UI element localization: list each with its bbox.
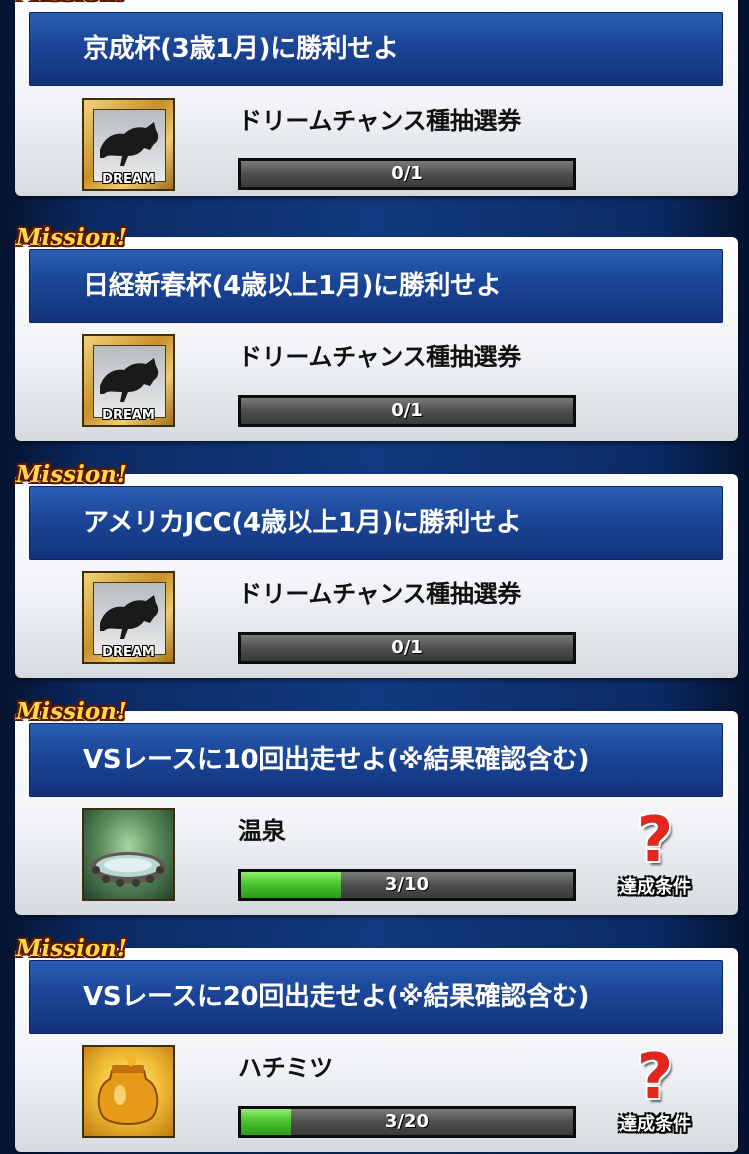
reward-name: ドリームチャンス種抽選券: [238, 107, 521, 135]
dream-ticket-icon: DREAM: [82, 571, 175, 664]
progress-text: 3/10: [384, 874, 430, 895]
honey-jar-icon: [82, 1045, 175, 1138]
mission-banner: アメリカJCC(4歳以上1月)に勝利せよ: [29, 486, 723, 560]
progress-bar: 3/10: [238, 869, 576, 901]
progress-text: 0/1: [391, 163, 423, 184]
mission-tag: Mission!: [16, 698, 127, 725]
progress-text: 3/20: [384, 1111, 430, 1132]
mission-tag: Mission!: [16, 935, 127, 962]
reward-name: 温泉: [238, 817, 286, 845]
mission-card: Mission! アメリカJCC(4歳以上1月)に勝利せよ DREAM ドリーム…: [15, 461, 738, 678]
progress-bar: 0/1: [238, 632, 576, 664]
condition-button-label: 達成条件: [619, 1114, 691, 1135]
progress-text: 0/1: [391, 400, 423, 421]
progress-track: 3/20: [241, 1109, 573, 1135]
mission-title: 京成杯(3歳1月)に勝利せよ: [83, 34, 399, 64]
dream-ticket-icon: DREAM: [82, 334, 175, 427]
mission-banner: VSレースに10回出走せよ(※結果確認含む): [29, 723, 723, 797]
progress-bar: 0/1: [238, 395, 576, 427]
mission-title: VSレースに20回出走せよ(※結果確認含む): [83, 982, 590, 1012]
mission-tag: Mission!: [16, 224, 127, 251]
reward-name: ドリームチャンス種抽選券: [238, 343, 521, 371]
progress-track: 0/1: [241, 161, 573, 187]
mission-title: アメリカJCC(4歳以上1月)に勝利せよ: [83, 508, 522, 538]
mission-card: Mission! VSレースに10回出走せよ(※結果確認含む) 温泉 3/10 …: [15, 698, 738, 915]
dream-ticket-icon: DREAM: [82, 98, 175, 191]
progress-track: 3/10: [241, 872, 573, 898]
mission-title: VSレースに10回出走せよ(※結果確認含む): [83, 745, 590, 775]
reward-name: ハチミツ: [238, 1054, 333, 1082]
dream-label: DREAM: [102, 172, 155, 187]
condition-button-label: 達成条件: [619, 877, 691, 898]
mission-tag: Mission!: [16, 461, 127, 488]
mission-banner: 京成杯(3歳1月)に勝利せよ: [29, 12, 723, 86]
progress-track: 0/1: [241, 398, 573, 424]
mission-title: 日経新春杯(4歳以上1月)に勝利せよ: [83, 271, 502, 301]
mission-card: Mission! VSレースに20回出走せよ(※結果確認含む) ハチミツ 3/2…: [15, 935, 738, 1152]
mission-tag: Mission!: [16, 0, 127, 8]
reward-name: ドリームチャンス種抽選券: [238, 580, 521, 608]
dream-label: DREAM: [102, 645, 155, 660]
achievement-condition-button[interactable]: ? 達成条件: [609, 1042, 701, 1144]
mission-banner: 日経新春杯(4歳以上1月)に勝利せよ: [29, 249, 723, 323]
mission-card: Mission! 日経新春杯(4歳以上1月)に勝利せよ DREAM ドリームチャ…: [15, 224, 738, 441]
achievement-condition-button[interactable]: ? 達成条件: [609, 805, 701, 907]
mission-banner: VSレースに20回出走せよ(※結果確認含む): [29, 960, 723, 1034]
progress-track: 0/1: [241, 635, 573, 661]
progress-bar: 0/1: [238, 158, 576, 190]
dream-label: DREAM: [102, 408, 155, 423]
progress-text: 0/1: [391, 637, 423, 658]
hot-spring-icon: [82, 808, 175, 901]
question-mark-icon: ?: [637, 1040, 673, 1113]
mission-card: Mission! 京成杯(3歳1月)に勝利せよ DREAM ドリームチャンス種抽…: [15, 0, 738, 196]
question-mark-icon: ?: [637, 803, 673, 876]
progress-bar: 3/20: [238, 1106, 576, 1138]
